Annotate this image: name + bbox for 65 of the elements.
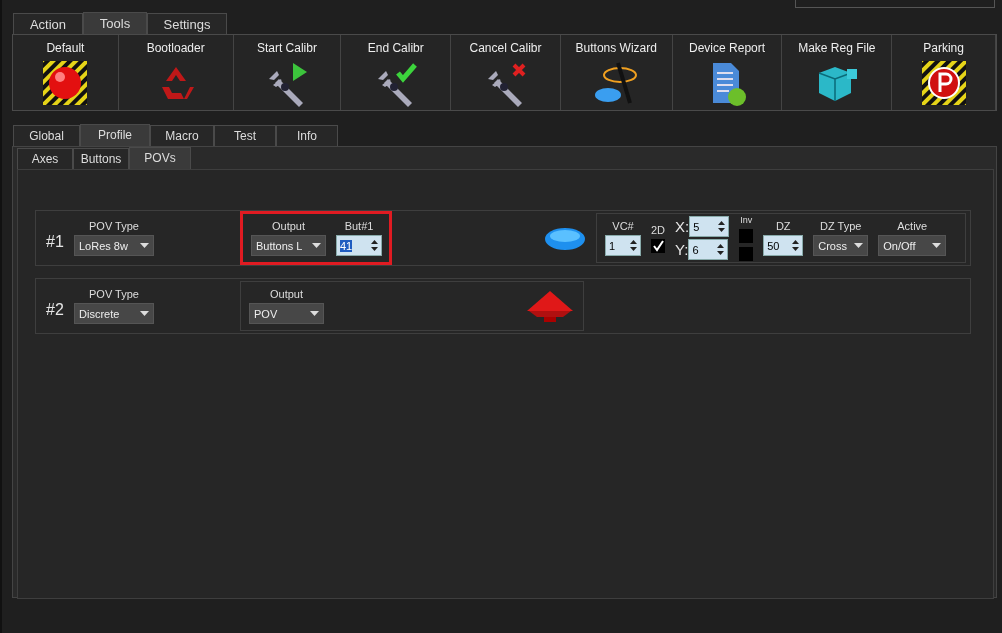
tab[interactable]: POVs bbox=[129, 147, 191, 169]
tab[interactable]: Buttons bbox=[73, 148, 129, 169]
toolbar-button[interactable]: Parking bbox=[892, 35, 996, 110]
cone-icon bbox=[525, 289, 575, 323]
tab[interactable]: Profile bbox=[80, 124, 150, 146]
toolbar-button[interactable]: Cancel Calibr bbox=[451, 35, 561, 110]
top-field[interactable] bbox=[795, 0, 995, 8]
spin-field[interactable]: 50 bbox=[763, 235, 804, 256]
tab[interactable]: Info bbox=[276, 125, 338, 146]
tab[interactable]: Settings bbox=[147, 13, 227, 34]
field-label: VC# bbox=[612, 220, 634, 232]
field-label: Inv bbox=[740, 215, 753, 225]
tab[interactable]: Test bbox=[214, 125, 276, 146]
spin-arrows-icon[interactable] bbox=[371, 239, 378, 252]
dropdown[interactable]: LoRes 8w bbox=[74, 235, 154, 256]
disc-icon bbox=[544, 225, 586, 251]
field-label: 2D bbox=[651, 223, 666, 236]
field-label: POV Type bbox=[89, 288, 139, 300]
axis-label: Y: bbox=[675, 241, 689, 258]
toolbar-button[interactable]: End Calibr bbox=[341, 35, 452, 110]
toolbar-button[interactable]: Device Report bbox=[672, 35, 783, 110]
field-label: Output bbox=[270, 288, 303, 300]
spin-field[interactable]: 6 bbox=[688, 239, 729, 260]
spin-arrows-icon[interactable] bbox=[718, 220, 726, 233]
spin-arrows-icon[interactable] bbox=[717, 243, 725, 256]
tab[interactable]: Tools bbox=[83, 12, 147, 34]
tab[interactable]: Global bbox=[13, 125, 80, 146]
checkbox[interactable] bbox=[651, 238, 666, 253]
dropdown[interactable]: On/Off bbox=[878, 235, 947, 256]
field-label: DZ Type bbox=[820, 220, 862, 232]
spin-field[interactable]: 41 bbox=[336, 235, 382, 256]
checkbox[interactable] bbox=[739, 229, 754, 243]
dropdown[interactable]: Buttons L bbox=[251, 235, 326, 256]
checkbox[interactable] bbox=[739, 247, 754, 261]
pov-number: #1 bbox=[45, 233, 65, 251]
tab[interactable]: Action bbox=[13, 13, 83, 34]
dropdown-caret-icon bbox=[312, 243, 321, 248]
tab[interactable]: Axes bbox=[17, 148, 73, 169]
toolbar-button[interactable]: Bootloader bbox=[118, 35, 234, 110]
toolbar-button[interactable]: Default bbox=[13, 35, 119, 110]
toolbar-button[interactable]: Start Calibr bbox=[233, 35, 342, 110]
spin-field[interactable]: 5 bbox=[689, 216, 730, 237]
dropdown-caret-icon bbox=[854, 243, 864, 248]
dropdown[interactable]: POV bbox=[249, 303, 324, 324]
field-label: But#1 bbox=[344, 220, 374, 232]
field-label: Output bbox=[272, 220, 305, 232]
dropdown[interactable]: Cross bbox=[813, 235, 869, 256]
alarm-button-icon bbox=[41, 59, 90, 107]
field-label: DZ bbox=[775, 220, 791, 232]
dropdown-caret-icon bbox=[932, 243, 942, 248]
spin-arrows-icon[interactable] bbox=[792, 239, 800, 252]
field-label: POV Type bbox=[89, 220, 139, 232]
field-label: Active bbox=[897, 220, 928, 232]
dropdown[interactable]: Discrete bbox=[74, 303, 154, 324]
dropdown-caret-icon bbox=[140, 243, 149, 248]
dropdown-caret-icon bbox=[310, 311, 319, 316]
toolbar-button[interactable]: Buttons Wizard bbox=[560, 35, 673, 110]
dropdown-caret-icon bbox=[140, 311, 149, 316]
spin-field[interactable]: 1 bbox=[605, 235, 641, 256]
tab[interactable]: Macro bbox=[150, 125, 214, 146]
toolbar-button[interactable]: Make Reg File bbox=[782, 35, 893, 110]
spin-arrows-icon[interactable] bbox=[630, 239, 637, 252]
axis-label: X: bbox=[675, 218, 690, 235]
pov-number: #2 bbox=[45, 301, 65, 319]
parking-icon bbox=[919, 59, 968, 107]
